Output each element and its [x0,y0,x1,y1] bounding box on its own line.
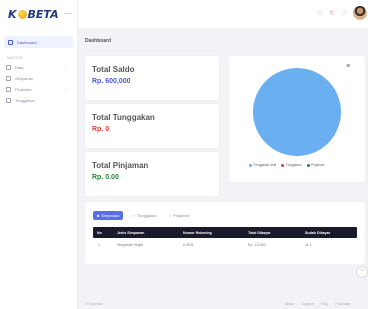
card-value: Rp. 0 [92,126,110,133]
grid-icon [8,39,13,45]
column-header-rekening: Nomor Rekening [183,230,212,235]
tab-bar: ■ Simpanan ○ Tunggakan ○ Pinjaman [93,211,193,220]
pie-chart-card: ≡ Tunggakan Aktif Tunggakan Pinjaman [229,56,365,182]
arrow-up-icon[interactable]: ⌃ [356,266,368,278]
table-card: ■ Simpanan ○ Tunggakan ○ Pinjaman No Jen… [85,202,365,264]
sidebar: K BETA — Dashboard MASTER Data › Simpana… [0,0,78,309]
footer-link[interactable]: FAQ [321,302,328,306]
column-header-total: Total Dibayar [248,230,271,235]
footer-link[interactable]: Purchase [335,302,350,306]
card-value: Rp. 0.00 [92,174,119,181]
legend-item[interactable]: Tunggakan Aktif [249,163,276,167]
footer-links: About Support FAQ Purchase [285,302,350,306]
wallet-icon [6,76,11,81]
legend-item[interactable]: Pinjaman [306,163,325,167]
tab-tunggakan[interactable]: ○ Tunggakan [129,211,159,220]
search-icon[interactable]: ○ [318,10,322,17]
footer-link[interactable]: Support [301,302,314,306]
card-total-tunggakan: Total Tunggakan Rp. 0 [85,104,219,148]
table-header: No Jenis Simpanan Nomor Rekening Total D… [93,227,357,238]
legend-dot [306,163,310,167]
card-total-saldo: Total Saldo Rp. 600,000 [85,56,219,100]
table-cell: 11.1 [305,243,312,247]
heart-icon[interactable]: ♡ [341,10,347,18]
legend-label: Tunggakan [285,163,302,167]
footer: © Koperasi About Support FAQ Purchase [78,297,368,309]
table-cell: Rp. 10,000 [248,243,266,247]
clock-icon: ○ [132,213,135,218]
sidebar-item-data[interactable]: Data › [0,62,77,73]
chevron-right-icon: › [65,65,67,70]
card-value: Rp. 600,000 [92,78,131,85]
bell-icon[interactable]: ◊ [330,10,333,17]
logo-ball-icon [17,9,27,19]
folder-icon [6,65,11,70]
column-header-no: No [97,230,102,235]
card-title: Total Saldo [92,65,135,74]
clock-icon [6,98,11,103]
card-total-pinjaman: Total Pinjaman Rp. 0.00 [85,152,219,196]
legend-dot [281,163,285,167]
chart-legend: Tunggakan Aktif Tunggakan Pinjaman [249,163,324,167]
money-icon: ○ [168,213,172,218]
tab-label: Tunggakan [136,213,157,218]
chevron-right-icon: › [65,87,67,92]
sidebar-item-tunggakan[interactable]: Tunggakan [0,95,77,106]
topbar: ○ ◊ ♡ [78,0,368,28]
logo-text: BETA [27,7,59,21]
table-cell: Simpanan Wajib [117,243,144,247]
sidebar-item-label: Data [15,65,24,70]
sidebar-item-label: Pinjaman [15,87,32,92]
page-title: Dashboard [85,38,112,44]
legend-label: Tunggakan Aktif [253,163,277,167]
sidebar-section-master: MASTER [7,56,23,60]
wallet-icon: ■ [97,213,100,218]
legend-dot [249,163,252,167]
logo-letter: K [8,7,17,21]
table-cell: # 0011 [183,243,194,247]
tab-simpanan[interactable]: ■ Simpanan [93,211,124,220]
tab-label: Pinjaman [173,213,190,218]
column-header-sudah: Sudah Dibayar [305,230,331,235]
pie-slice-1[interactable] [253,68,341,156]
money-icon [6,87,11,92]
sidebar-item-simpanan[interactable]: Simpanan [0,73,77,84]
pie-chart [253,68,341,156]
sidebar-item-label: Simpanan [15,76,34,81]
minus-icon[interactable]: — [64,10,71,17]
card-title: Total Pinjaman [92,161,149,170]
sidebar-item-label: Dashboard [17,39,37,45]
table-row[interactable]: 1 Simpanan Wajib # 0011 Rp. 10,000 11.1 [93,240,357,250]
tab-label: Simpanan [101,213,120,218]
sidebar-item-label: Tunggakan [15,98,35,103]
footer-link[interactable]: About [285,302,294,306]
sidebar-item-pinjaman[interactable]: Pinjaman › [0,84,77,95]
legend-item[interactable]: Tunggakan [281,163,302,167]
sidebar-item-dashboard[interactable]: Dashboard [4,36,73,48]
column-header-jenis: Jenis Simpanan [117,230,145,235]
tab-pinjaman[interactable]: ○ Pinjaman [166,211,193,220]
table-cell: 1 [98,243,100,247]
card-title: Total Tunggakan [92,113,155,122]
footer-copyright: © Koperasi [85,302,103,306]
avatar[interactable] [353,6,367,20]
legend-label: Pinjaman [311,163,325,167]
